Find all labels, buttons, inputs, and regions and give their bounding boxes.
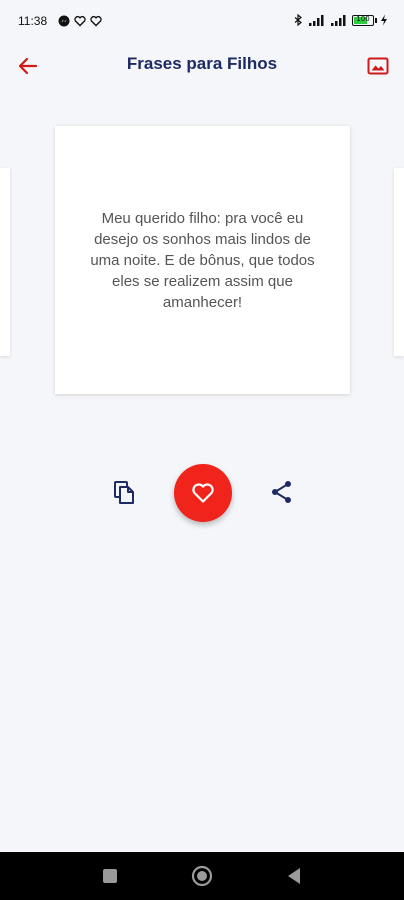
- home-icon[interactable]: [190, 864, 214, 888]
- share-icon: [272, 481, 291, 503]
- bluetooth-icon: [294, 14, 302, 26]
- recent-apps-icon[interactable]: [98, 864, 122, 888]
- status-system-icons: 100: [292, 14, 390, 26]
- heart-notification-icon: [74, 15, 86, 27]
- heart-icon: [192, 483, 214, 503]
- status-time: 11:38: [18, 14, 48, 28]
- heart-notification-icon: [90, 15, 102, 27]
- battery-icon: 100: [352, 14, 377, 26]
- status-bar: 11:38 100: [0, 0, 404, 42]
- signal-icon: [331, 15, 346, 26]
- battery-level: 100: [356, 14, 370, 23]
- image-icon: [367, 57, 389, 75]
- copy-icon: [114, 481, 134, 504]
- signal-icon: [309, 15, 324, 26]
- charging-icon: [381, 14, 387, 26]
- nav-back-icon[interactable]: [282, 864, 306, 888]
- status-notification-icons: [58, 15, 102, 27]
- share-button[interactable]: [268, 478, 296, 506]
- quote-text: Meu querido filho: pra você eu desejo os…: [90, 209, 315, 311]
- app-bar: Frases para Filhos: [0, 42, 404, 90]
- previous-card-peek[interactable]: [0, 168, 10, 356]
- favorite-button[interactable]: [174, 464, 232, 522]
- page-title: Frases para Filhos: [126, 54, 278, 73]
- system-navigation-bar: [0, 852, 404, 900]
- quote-card: Meu querido filho: pra você eu desejo os…: [55, 126, 350, 394]
- image-button[interactable]: [364, 52, 392, 80]
- copy-button[interactable]: [110, 478, 138, 506]
- messenger-icon: [58, 15, 70, 27]
- next-card-peek[interactable]: [394, 168, 404, 356]
